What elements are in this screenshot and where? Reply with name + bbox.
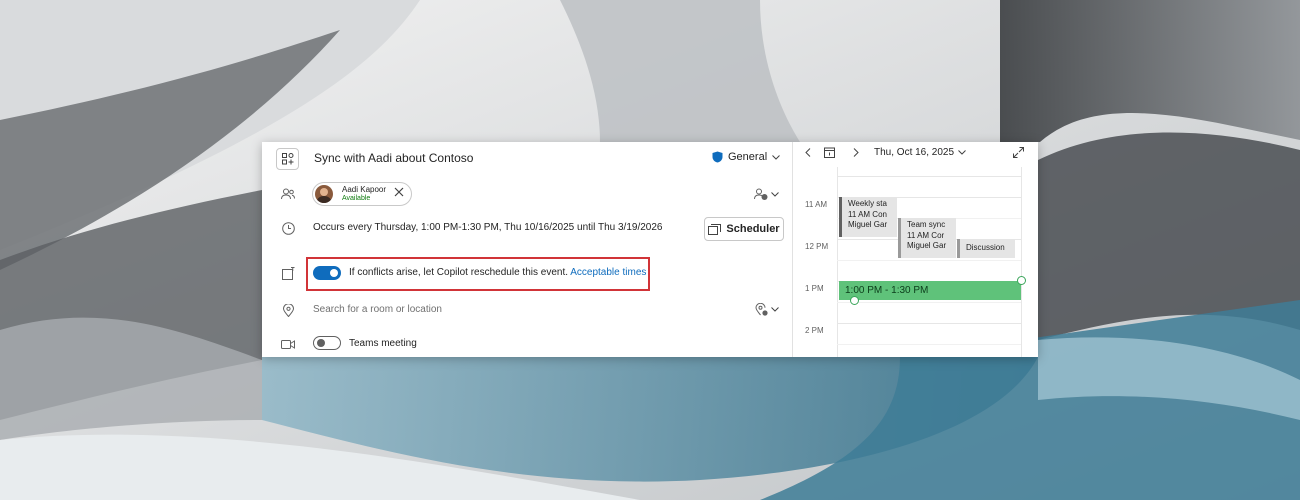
category-dropdown[interactable]: General: [712, 151, 780, 163]
video-camera-icon: [279, 335, 297, 353]
event-time: 11 AM Con: [848, 209, 887, 219]
add-people-icon: [754, 188, 768, 200]
event-title: Weekly sta: [848, 199, 887, 208]
hour-label: 11 AM: [805, 200, 828, 209]
copilot-reschedule-row: If conflicts arise, let Copilot reschedu…: [349, 267, 646, 278]
copilot-reschedule-toggle[interactable]: [313, 266, 341, 280]
hour-label: 2 PM: [805, 326, 824, 335]
category-label: General: [728, 151, 768, 163]
event-title: Team sync: [907, 220, 946, 229]
event-person: Miguel Gar: [907, 241, 947, 250]
grid-divider: [1021, 167, 1022, 357]
attendee-chip[interactable]: Aadi Kapoor Available: [312, 182, 412, 206]
event-person: Miguel Gar: [848, 220, 888, 229]
people-icon: [279, 185, 297, 203]
new-event-block[interactable]: 1:00 PM - 1:30 PM: [839, 281, 1021, 300]
day-calendar: Thu, Oct 16, 2025 11 AM 12 PM 1 PM 2 PM …: [792, 142, 1038, 357]
scheduler-button[interactable]: Scheduler: [704, 217, 784, 241]
hour-label: 1 PM: [805, 284, 824, 293]
grid-line: [837, 176, 1021, 177]
room-finder-icon: [755, 303, 768, 316]
grid-line: [837, 323, 1021, 324]
event-title: Discussion: [966, 243, 1005, 252]
chevron-down-icon: [958, 150, 966, 155]
grid-line: [837, 344, 1021, 345]
acceptable-times-link[interactable]: Acceptable times: [570, 267, 646, 278]
close-icon[interactable]: [393, 186, 405, 198]
grid-divider: [837, 167, 838, 357]
apps-button[interactable]: [276, 148, 299, 170]
recurrence-text[interactable]: Occurs every Thursday, 1:00 PM-1:30 PM, …: [313, 222, 662, 233]
expand-icon[interactable]: [1013, 147, 1024, 158]
shield-icon: [712, 151, 723, 163]
date-label: Thu, Oct 16, 2025: [874, 147, 955, 158]
scheduler-icon: [708, 223, 722, 235]
copilot-reschedule-text: If conflicts arise, let Copilot reschedu…: [349, 267, 568, 278]
attendee-name: Aadi Kapoor: [342, 185, 387, 194]
calendar-event[interactable]: Discussion: [957, 239, 1015, 258]
grid-line: [837, 302, 1021, 303]
chevron-right-icon[interactable]: [853, 148, 859, 157]
teams-meeting-toggle[interactable]: [313, 336, 341, 350]
teams-meeting-label: Teams meeting: [349, 338, 417, 349]
resize-handle-bottom[interactable]: [850, 296, 859, 305]
chevron-down-icon: [771, 191, 779, 197]
event-compose-panel: Sync with Aadi about Contoso General Aad…: [262, 142, 1038, 357]
clock-icon: [279, 219, 297, 237]
today-icon[interactable]: [824, 147, 835, 158]
chevron-left-icon[interactable]: [805, 148, 811, 157]
event-form: Sync with Aadi about Contoso General Aad…: [262, 142, 792, 357]
hour-label: 12 PM: [805, 242, 829, 251]
scheduler-label: Scheduler: [726, 223, 780, 235]
event-time: 11 AM Cor: [907, 230, 945, 240]
add-people-dropdown[interactable]: [754, 188, 779, 200]
location-icon: [279, 301, 297, 319]
grid-line: [837, 260, 1021, 261]
chevron-down-icon: [772, 154, 780, 160]
calendar-reschedule-icon: [279, 264, 297, 282]
attendee-status: Available: [342, 195, 371, 202]
event-title[interactable]: Sync with Aadi about Contoso: [314, 151, 473, 165]
chevron-down-icon: [771, 307, 779, 312]
apps-icon: [281, 153, 293, 165]
date-picker[interactable]: Thu, Oct 16, 2025: [874, 147, 966, 158]
calendar-event[interactable]: Weekly sta 11 AM Con Miguel Gar: [839, 197, 897, 237]
calendar-event[interactable]: Team sync 11 AM Cor Miguel Gar: [898, 218, 956, 258]
calendar-header: Thu, Oct 16, 2025: [793, 142, 1038, 164]
resize-handle-top[interactable]: [1017, 276, 1026, 285]
new-event-time: 1:00 PM - 1:30 PM: [845, 285, 929, 296]
room-finder-dropdown[interactable]: [755, 303, 779, 316]
avatar: [315, 185, 333, 203]
location-input[interactable]: Search for a room or location: [313, 304, 442, 315]
